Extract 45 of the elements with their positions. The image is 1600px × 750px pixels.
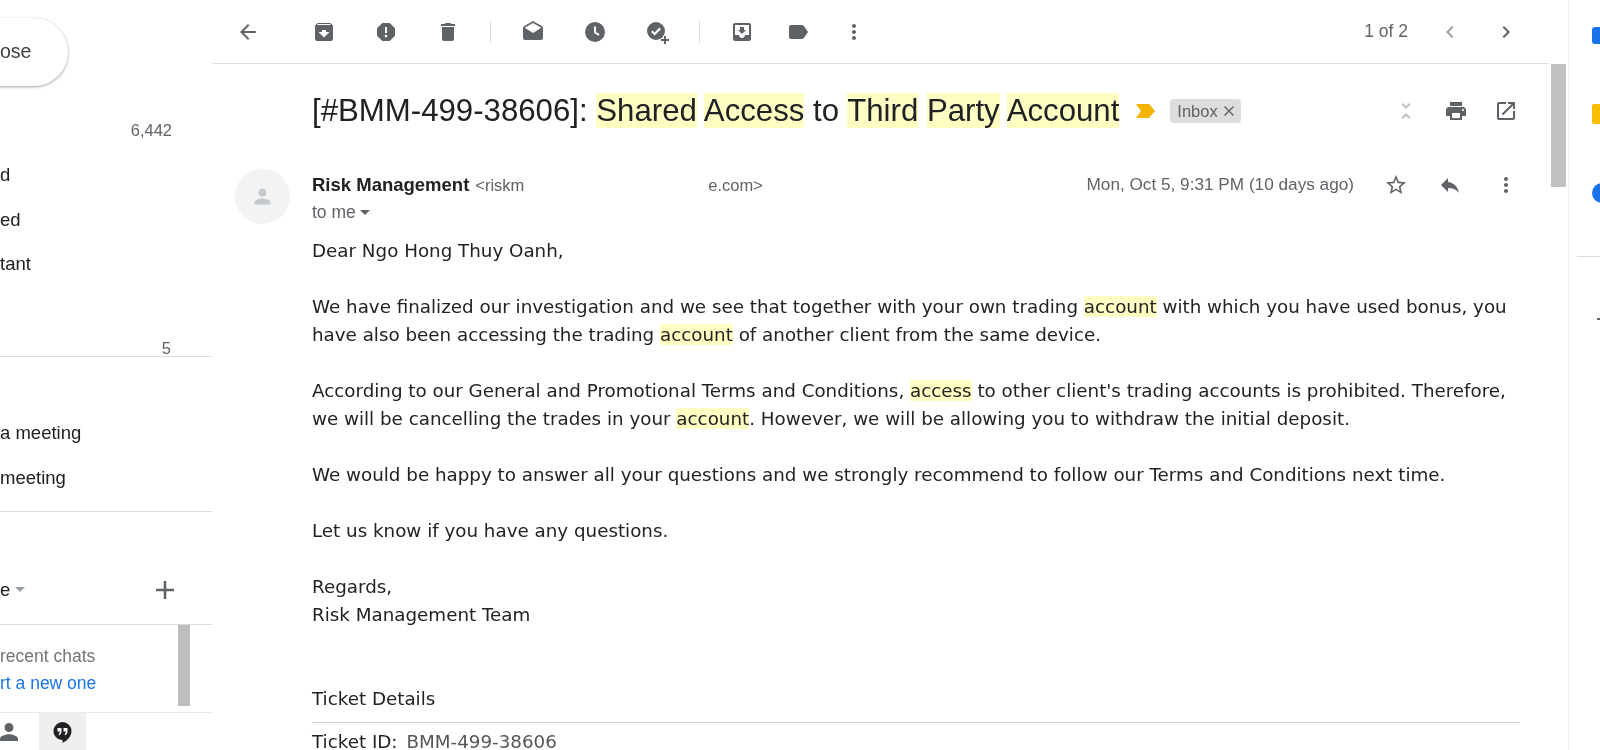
importance-marker-icon[interactable] [1135, 103, 1157, 119]
label-chip[interactable]: Inbox [1170, 99, 1241, 123]
start-chat-link[interactable]: rt a new one [0, 672, 97, 693]
empty-chats-text: recent chats [0, 644, 97, 668]
folder-item[interactable]: tant [0, 250, 31, 279]
clock-icon[interactable] [583, 19, 607, 44]
caret-icon [359, 208, 370, 216]
date-text: Mon, Oct 5, 9:31 PM (10 days ago) [1086, 173, 1354, 197]
subject-heading: [#BMM-499-38606]: Shared Access to Third Party Account [312, 92, 1120, 130]
person-icon[interactable] [0, 722, 18, 741]
sender-email: e.com> [708, 174, 763, 196]
close-icon[interactable] [1223, 106, 1234, 116]
field-label: Ticket ID: [312, 733, 398, 750]
meet-menu-item[interactable]: meeting [0, 464, 66, 492]
external-link-icon[interactable] [1494, 99, 1518, 123]
body-paragraph: According to our General and Promotional Terms and Conditions, access to other client's trading accounts is prohibited. Therefore, we will be cancelling the trades in your account. However, we will be allowing you to withdraw the initial deposit. [312, 379, 1507, 431]
scrollbar-thumb[interactable] [1551, 64, 1566, 187]
compose-button[interactable]: ose [0, 18, 68, 86]
sender-name: Risk Management [312, 173, 470, 198]
recipient-dropdown[interactable]: to me [312, 198, 370, 226]
body-paragraph: We would be happy to answer all your questions and we strongly recommend to follow our Terms and Conditions next time. [312, 463, 1446, 487]
folder-item[interactable]: d [0, 160, 11, 189]
signature-line: Risk Management Team [312, 603, 531, 627]
avatar-icon [235, 169, 290, 224]
sender-email: <riskm [475, 174, 525, 196]
plus-icon[interactable] [156, 580, 174, 599]
meet-menu-item[interactable]: a meeting [0, 419, 82, 447]
field-value: BMM-499-38606 [406, 733, 557, 750]
chat-bubble-icon[interactable] [39, 713, 86, 750]
side-panel-app-icon[interactable] [1592, 183, 1600, 203]
unread-count: 5 [161, 338, 171, 357]
caret-icon [15, 586, 26, 594]
unread-count: 6,442 [130, 119, 172, 141]
star-icon[interactable] [1384, 173, 1408, 197]
scrollbar-thumb[interactable] [178, 624, 190, 706]
printer-icon[interactable] [1444, 99, 1468, 123]
body-paragraph: Let us know if you have any questions. [312, 519, 669, 543]
body-paragraph: We have finalized our investigation and we see that together with your own trading account with which you have used bonus, you have also been accessing the trading account of another client from the same device. [312, 295, 1508, 347]
status-dropdown[interactable]: e [0, 575, 26, 604]
check-plus-icon[interactable] [645, 19, 669, 44]
body-paragraph: Dear Ngo Hong Thuy Oanh, [312, 239, 564, 263]
pagination-text: 1 of 2 [1364, 20, 1408, 44]
section-heading: Ticket Details [312, 687, 436, 711]
folder-item[interactable]: ed [0, 205, 21, 234]
signature-line: Regards, [312, 575, 393, 599]
